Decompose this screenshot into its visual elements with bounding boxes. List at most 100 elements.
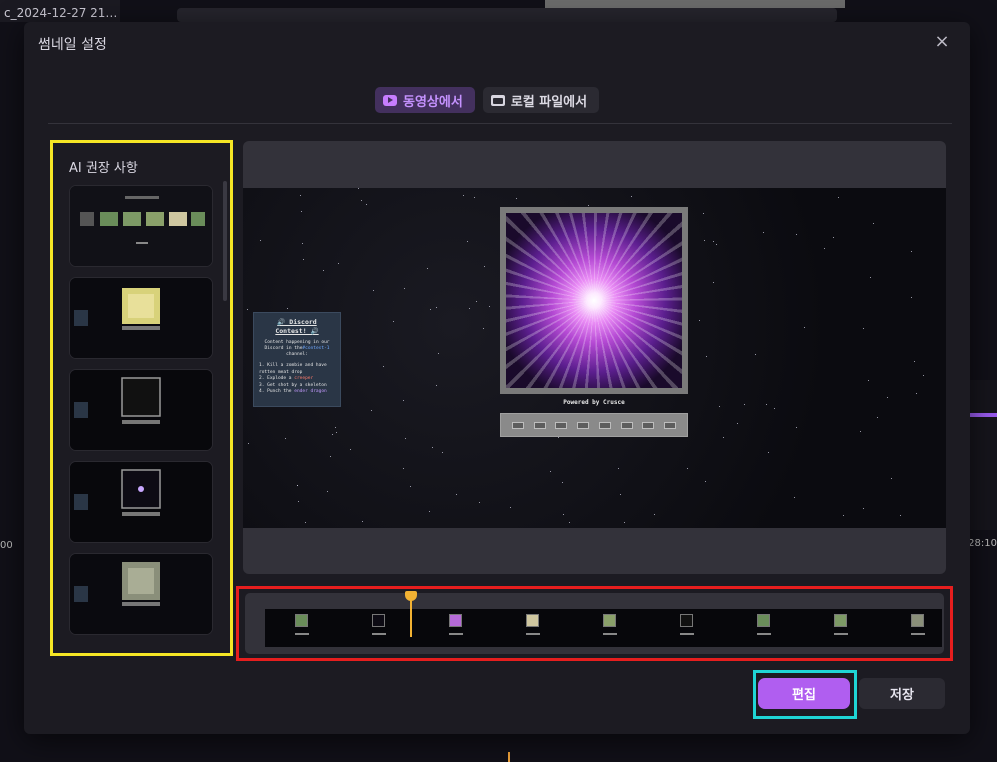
background-preview-strip bbox=[545, 0, 845, 8]
star-dot bbox=[467, 241, 468, 242]
preview-control-5 bbox=[598, 421, 611, 429]
playhead-knob[interactable] bbox=[405, 591, 417, 601]
thumbnail-option-4[interactable] bbox=[69, 461, 213, 543]
card-item-4-highlight: ender dragon bbox=[294, 389, 327, 394]
star-dot bbox=[285, 438, 286, 439]
frame-thumb-bar bbox=[372, 633, 386, 635]
frame-strip[interactable] bbox=[265, 609, 942, 647]
frame-strip-cell[interactable] bbox=[727, 609, 804, 647]
thumbnail-option-3[interactable] bbox=[69, 369, 213, 451]
star-dot bbox=[463, 195, 464, 196]
star-dot bbox=[327, 491, 328, 492]
card-item-1: 1. Kill a zombie and have bbox=[259, 363, 327, 368]
star-dot bbox=[911, 297, 912, 298]
frame-thumb bbox=[372, 614, 385, 627]
preview-control-1 bbox=[511, 421, 524, 429]
star-dot bbox=[371, 410, 372, 411]
preview-controls-bar bbox=[500, 413, 688, 437]
frame-thumb bbox=[603, 614, 616, 627]
star-dot bbox=[474, 197, 475, 198]
star-dot bbox=[510, 507, 511, 508]
tab-from-local-file-label: 로컬 파일에서 bbox=[510, 94, 588, 110]
card-list: 1. Kill a zombie and have rotten meat dr… bbox=[259, 363, 335, 396]
star-dot bbox=[569, 522, 570, 523]
star-dot bbox=[687, 468, 688, 469]
star-dot bbox=[914, 361, 915, 362]
star-dot bbox=[620, 494, 621, 495]
star-dot bbox=[358, 188, 359, 189]
background-timecode-left: 00 bbox=[0, 540, 13, 551]
thumbnail-5-image bbox=[70, 554, 212, 634]
card-body-line-2-text: Discord in the bbox=[264, 346, 303, 351]
frame-thumb bbox=[834, 614, 847, 627]
star-dot bbox=[563, 514, 564, 515]
star-dot bbox=[706, 356, 707, 357]
star-dot bbox=[335, 427, 336, 428]
star-dot bbox=[774, 408, 775, 409]
star-dot bbox=[403, 400, 404, 401]
frame-thumb-bar bbox=[757, 633, 771, 635]
star-dot bbox=[916, 393, 917, 394]
edit-button[interactable]: 편집 bbox=[758, 678, 850, 709]
thumbnail-option-5[interactable] bbox=[69, 553, 213, 635]
thumbnail-list bbox=[69, 185, 214, 635]
thumbnail-settings-dialog: 썸네일 설정 × 동영상에서 로컬 파일에서 AI 권장 사항 Powered … bbox=[24, 22, 970, 734]
star-dot bbox=[713, 282, 714, 283]
frame-strip-cell[interactable] bbox=[804, 609, 881, 647]
star-dot bbox=[332, 434, 333, 435]
star-dot bbox=[427, 268, 428, 269]
background-accent-bar bbox=[970, 413, 997, 417]
header-divider bbox=[48, 123, 952, 124]
ai-recommendations-panel: AI 권장 사항 bbox=[50, 140, 233, 656]
tab-from-video[interactable]: 동영상에서 bbox=[375, 87, 475, 113]
frame-strip-cell[interactable] bbox=[881, 609, 942, 647]
frame-strip-cell[interactable] bbox=[342, 609, 419, 647]
frame-strip-cell[interactable] bbox=[496, 609, 573, 647]
thumbnail-option-1[interactable] bbox=[69, 185, 213, 267]
frame-strip-cell[interactable] bbox=[265, 609, 342, 647]
frame-strip-cell[interactable] bbox=[573, 609, 650, 647]
star-dot bbox=[868, 380, 869, 381]
star-dot bbox=[336, 432, 337, 433]
card-title-line-1: 🔊 Discord bbox=[277, 318, 317, 326]
star-dot bbox=[469, 308, 470, 309]
playhead-handle[interactable] bbox=[405, 591, 417, 637]
tab-from-local-file[interactable]: 로컬 파일에서 bbox=[482, 87, 600, 113]
preview-frame: Powered by Crusce 🔊 Discord Contest! 🔊 C… bbox=[243, 188, 946, 528]
preview-video-frame bbox=[500, 207, 688, 394]
powered-by-label: Powered by Crusce bbox=[563, 399, 625, 406]
star-dot bbox=[877, 417, 878, 418]
starburst-image bbox=[506, 213, 682, 388]
preview-control-8 bbox=[664, 421, 677, 429]
card-item-4: 4. Punch the ender dragon bbox=[259, 389, 335, 396]
star-dot bbox=[699, 320, 700, 321]
star-dot bbox=[891, 478, 892, 479]
close-icon[interactable]: × bbox=[934, 33, 950, 51]
preview-control-2 bbox=[533, 421, 546, 429]
star-dot bbox=[393, 321, 394, 322]
source-tabs: 동영상에서 로컬 파일에서 bbox=[375, 87, 600, 113]
star-dot bbox=[489, 306, 490, 307]
star-dot bbox=[755, 354, 756, 355]
star-dot bbox=[873, 223, 874, 224]
frame-strip-cell[interactable] bbox=[419, 609, 496, 647]
star-dot bbox=[260, 240, 261, 241]
frame-strip-cell[interactable] bbox=[650, 609, 727, 647]
thumbnail-option-2[interactable] bbox=[69, 277, 213, 359]
star-dot bbox=[703, 213, 704, 214]
frame-thumb bbox=[449, 614, 462, 627]
preview-control-4 bbox=[577, 421, 590, 429]
save-button[interactable]: 저장 bbox=[859, 678, 945, 709]
frame-thumb-bar bbox=[295, 633, 309, 635]
preview-control-6 bbox=[620, 421, 633, 429]
star-dot bbox=[723, 437, 724, 438]
star-dot bbox=[860, 431, 861, 432]
star-dot bbox=[654, 514, 655, 515]
star-dot bbox=[863, 328, 864, 329]
star-dot bbox=[383, 366, 384, 367]
folder-icon bbox=[490, 94, 505, 106]
thumbnail-1-image bbox=[70, 186, 212, 266]
frame-thumb-bar bbox=[603, 633, 617, 635]
star-dot bbox=[833, 237, 834, 238]
sidebar-scrollbar[interactable] bbox=[223, 181, 227, 301]
